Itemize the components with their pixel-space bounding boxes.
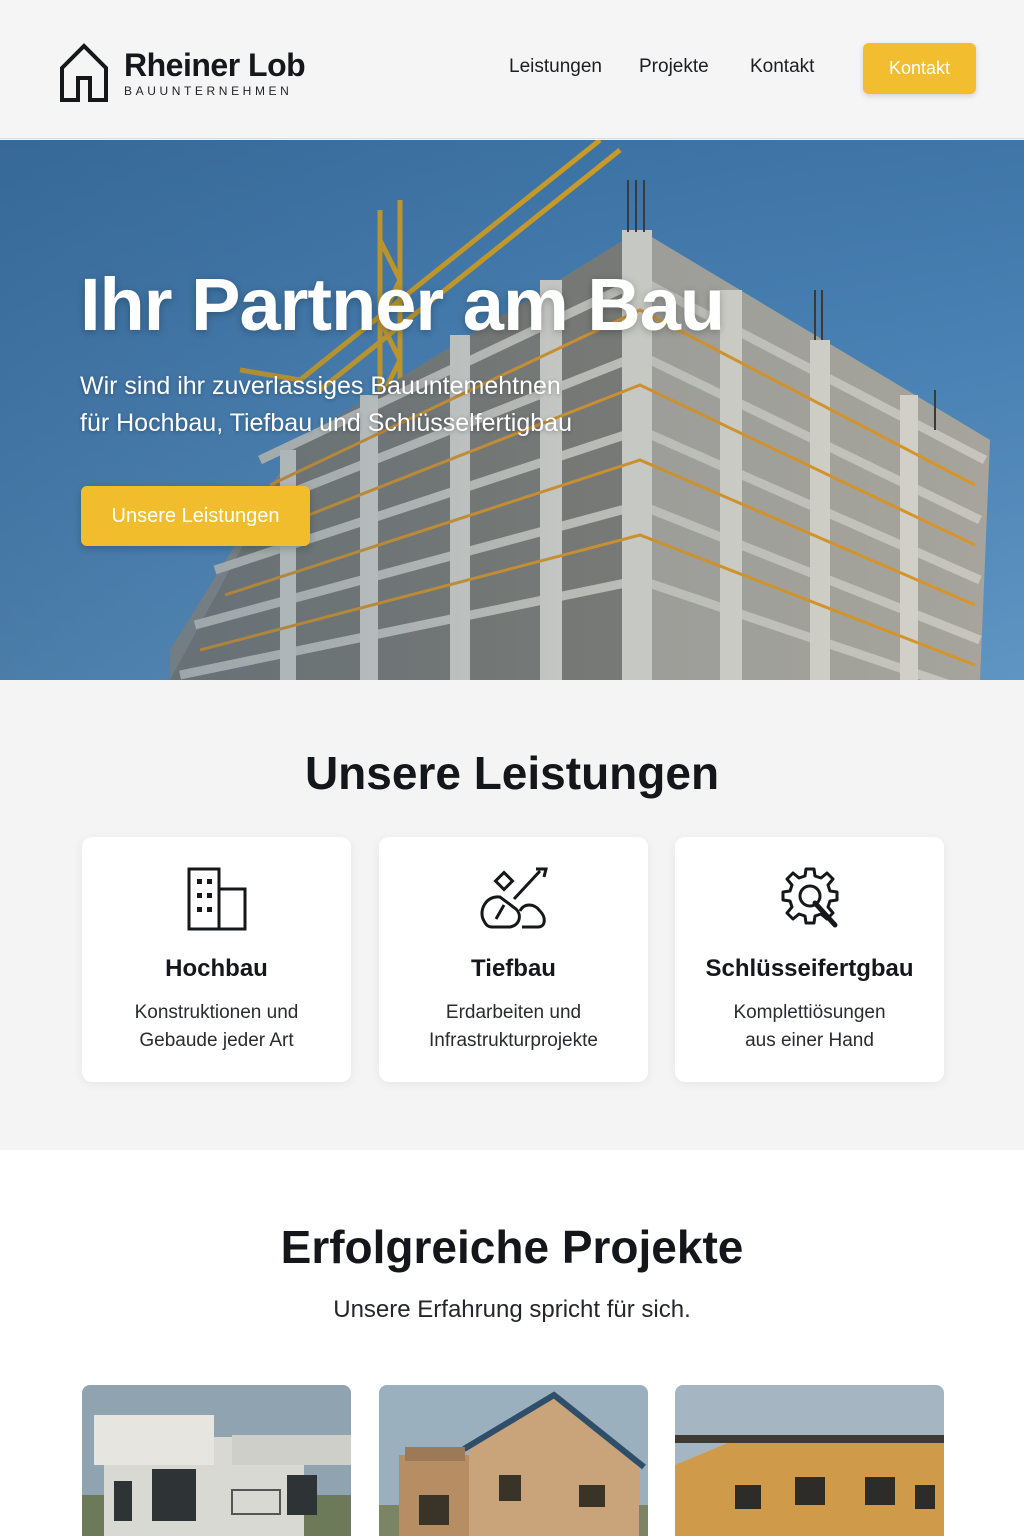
hero-subtitle-line-1: Wir sind ihr zuverlassiges Bauuntemehtne… <box>80 372 561 400</box>
projects-section: Erfolgreiche Projekte Unsere Erfahrung s… <box>0 1150 1024 1536</box>
service-card-title: Tiefbau <box>471 955 556 982</box>
projects-subtitle: Unsere Erfahrung spricht für sich. <box>333 1296 691 1323</box>
building-icon <box>187 867 246 931</box>
service-card-hochbau[interactable]: Hochbau Konstruktionen und Gebaude jeder… <box>82 837 351 1082</box>
services-title: Unsere Leistungen <box>304 747 720 799</box>
service-card-desc-line: Gebaude jeder Art <box>139 1030 294 1051</box>
hero-services-button[interactable]: Unsere Leistungen <box>81 486 310 546</box>
service-card-tiefbau[interactable]: Tiefbau Erdarbeiten und Infrastrukturpro… <box>379 837 648 1082</box>
service-card-desc-line: Infrastrukturprojekte <box>429 1030 598 1051</box>
project-card-2[interactable] <box>379 1385 648 1536</box>
hero-subtitle: Wir sind ihr zuverlassiges Bauuntemehtne… <box>80 368 680 442</box>
modern-white-house-photo <box>82 1385 351 1536</box>
contact-button[interactable]: Kontakt <box>863 43 976 94</box>
excavation-shovel-icon <box>480 867 548 929</box>
service-card-desc-line: Erdarbeiten und <box>445 1002 582 1023</box>
project-card-3[interactable] <box>675 1385 944 1536</box>
hero-subtitle-line-2: für Hochbau, Tiefbau und Schlüsselfertig… <box>80 409 572 437</box>
services-section: Unsere Leistungen Hochbau Konstruktionen… <box>0 680 1024 1150</box>
site-header: Rheiner Lob BAUUNTERNEHMEN Leistungen Pr… <box>0 0 1024 139</box>
service-card-desc-line: Komplettiösungen <box>733 1002 886 1023</box>
service-card-title: Schlüsseifertgbau <box>705 955 914 982</box>
nav-link-leistungen[interactable]: Leistungen <box>509 56 602 78</box>
service-card-description: Erdarbeiten und Infrastrukturprojekte <box>399 999 628 1055</box>
service-card-title: Hochbau <box>165 955 268 982</box>
nav-link-projekte[interactable]: Projekte <box>639 56 709 78</box>
hero-title: Ihr Partner am Bau <box>80 263 725 346</box>
projects-title: Erfolgreiche Projekte <box>280 1221 744 1273</box>
wooden-house-photo <box>379 1385 648 1536</box>
project-card-1[interactable] <box>82 1385 351 1536</box>
gear-wrench-icon <box>781 867 838 928</box>
service-card-description: Konstruktionen und Gebaude jeder Art <box>102 999 331 1055</box>
service-card-schluesselfertigbau[interactable]: Schlüsseifertgbau Komplettiösungen aus e… <box>675 837 944 1082</box>
orange-clad-building-photo <box>675 1385 944 1536</box>
brand-tagline: BAUUNTERNEHMEN <box>124 84 293 98</box>
nav-link-kontakt[interactable]: Kontakt <box>750 56 814 78</box>
service-card-description: Komplettiösungen aus einer Hand <box>695 999 924 1055</box>
hero-section: Ihr Partner am Bau Wir sind ihr zuverlas… <box>0 140 1024 680</box>
service-card-desc-line: aus einer Hand <box>745 1030 874 1051</box>
service-card-desc-line: Konstruktionen und <box>134 1002 299 1023</box>
